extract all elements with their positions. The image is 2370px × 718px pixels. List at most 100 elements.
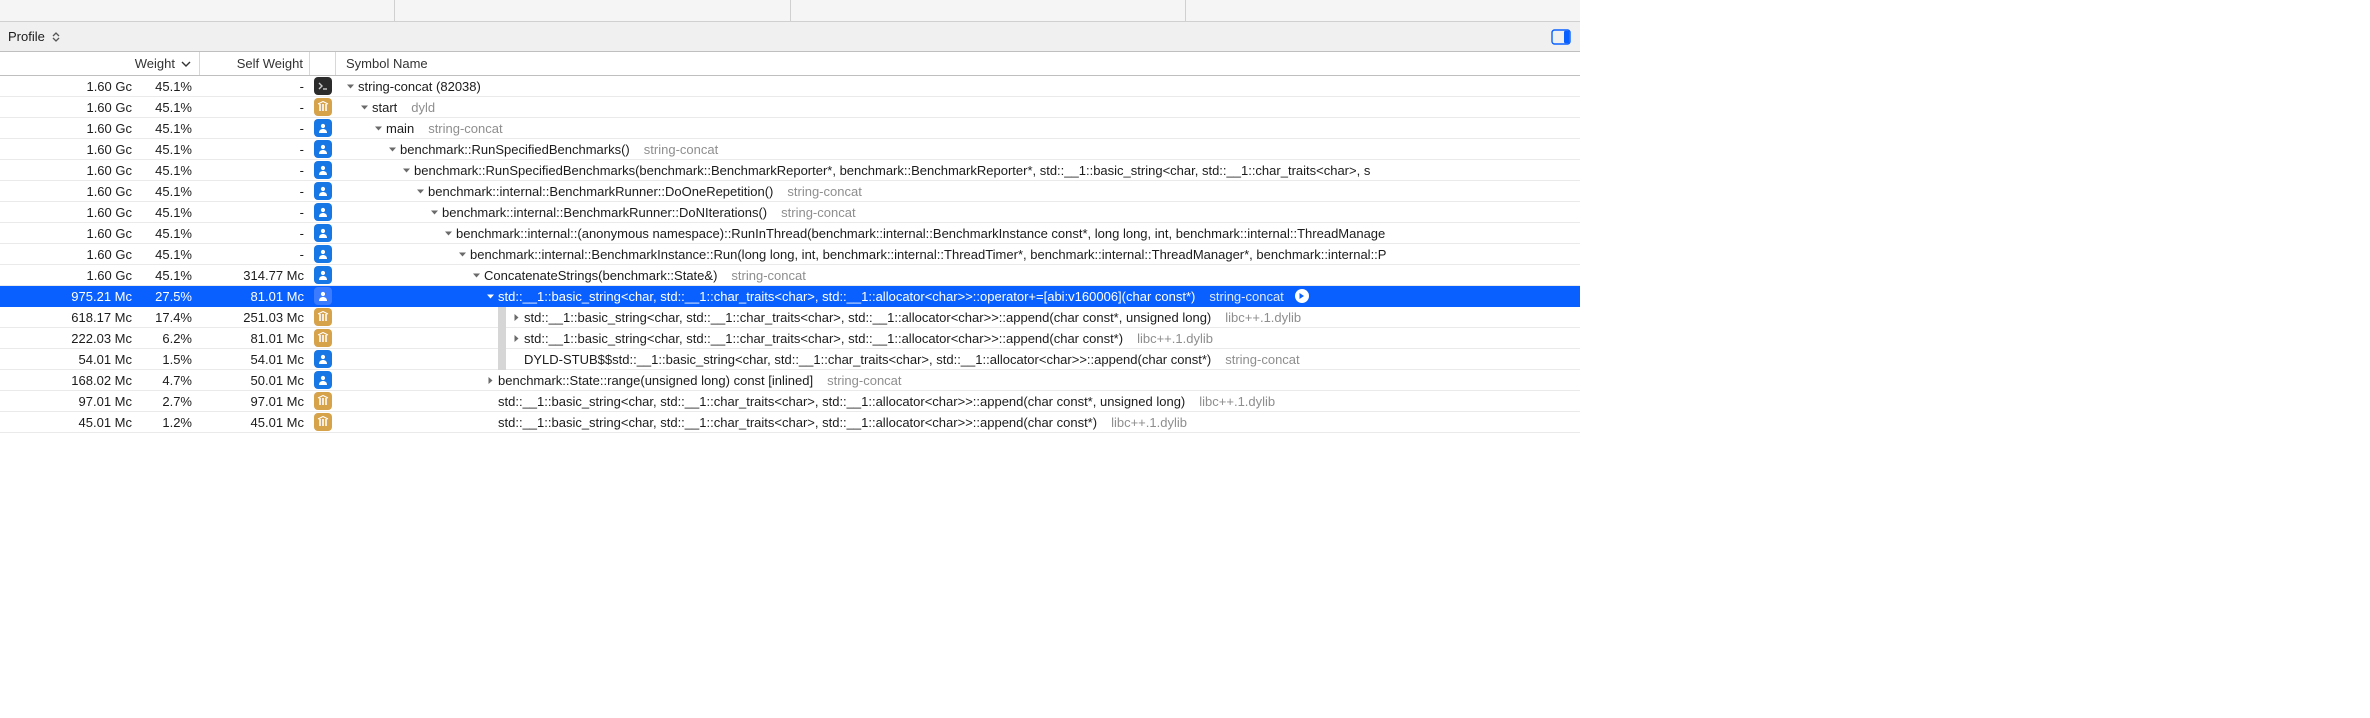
weight-value: 97.01 Mc	[46, 394, 132, 409]
toggle-right-panel-icon[interactable]	[1550, 28, 1572, 46]
tree-row[interactable]: 1.60 Gc 45.1% - benchmark::internal::(an…	[0, 223, 1580, 244]
weight-cell: 168.02 Mc 4.7%	[0, 373, 200, 388]
chevron-down-icon[interactable]	[386, 145, 398, 154]
chevron-down-icon[interactable]	[414, 187, 426, 196]
weight-value: 222.03 Mc	[46, 331, 132, 346]
weight-percent: 45.1%	[142, 121, 192, 136]
chevron-right-icon[interactable]	[510, 313, 522, 322]
chevron-right-icon[interactable]	[510, 334, 522, 343]
weight-cell: 1.60 Gc 45.1%	[0, 226, 200, 241]
symbol-name: ConcatenateStrings(benchmark::State&)	[484, 268, 717, 283]
tab-segment[interactable]	[395, 0, 790, 21]
row-kind-icon	[310, 203, 336, 221]
self-weight-cell: -	[200, 163, 310, 178]
tree-row[interactable]: 54.01 Mc 1.5% 54.01 Mc DYLD-STUB$$std::_…	[0, 349, 1580, 370]
symbol-cell: ConcatenateStrings(benchmark::State&) st…	[336, 268, 1580, 283]
symbol-name: benchmark::State::range(unsigned long) c…	[498, 373, 813, 388]
row-kind-icon	[310, 161, 336, 179]
tree-row[interactable]: 1.60 Gc 45.1% - benchmark::RunSpecifiedB…	[0, 160, 1580, 181]
self-weight-cell: 251.03 Mc	[200, 310, 310, 325]
self-weight-cell: -	[200, 205, 310, 220]
user-code-icon	[314, 119, 332, 137]
weight-cell: 222.03 Mc 6.2%	[0, 331, 200, 346]
self-weight-cell: 54.01 Mc	[200, 352, 310, 367]
tree-row[interactable]: 975.21 Mc 27.5% 81.01 Mc std::__1::basic…	[0, 286, 1580, 307]
self-weight-cell: 81.01 Mc	[200, 331, 310, 346]
weight-cell: 1.60 Gc 45.1%	[0, 142, 200, 157]
weight-cell: 1.60 Gc 45.1%	[0, 184, 200, 199]
weight-cell: 618.17 Mc 17.4%	[0, 310, 200, 325]
weight-percent: 45.1%	[142, 268, 192, 283]
symbol-library: dyld	[411, 100, 435, 115]
system-library-icon	[314, 308, 332, 326]
chevron-down-icon[interactable]	[470, 271, 482, 280]
profile-dropdown[interactable]: Profile	[8, 29, 63, 44]
symbol-library: string-concat	[827, 373, 901, 388]
weight-percent: 45.1%	[142, 100, 192, 115]
weight-percent: 45.1%	[142, 205, 192, 220]
column-header-self-weight[interactable]: Self Weight	[200, 52, 310, 75]
weight-percent: 45.1%	[142, 163, 192, 178]
symbol-library: libc++.1.dylib	[1225, 310, 1301, 325]
weight-percent: 1.2%	[142, 415, 192, 430]
tab-segment[interactable]	[1186, 0, 1580, 21]
tree-row[interactable]: 45.01 Mc 1.2% 45.01 Mc std::__1::basic_s…	[0, 412, 1580, 433]
symbol-name: start	[372, 100, 397, 115]
column-header-weight[interactable]: Weight	[0, 52, 200, 75]
chevron-down-icon[interactable]	[442, 229, 454, 238]
self-weight-header-label: Self Weight	[237, 56, 303, 71]
focus-gutter	[498, 349, 506, 370]
tree-row[interactable]: 1.60 Gc 45.1% - benchmark::internal::Ben…	[0, 181, 1580, 202]
row-kind-icon	[310, 371, 336, 389]
weight-percent: 6.2%	[142, 331, 192, 346]
chevron-down-icon[interactable]	[372, 124, 384, 133]
user-code-icon	[314, 182, 332, 200]
tree-row[interactable]: 168.02 Mc 4.7% 50.01 Mc benchmark::State…	[0, 370, 1580, 391]
row-kind-icon	[310, 413, 336, 431]
chevron-down-icon[interactable]	[428, 208, 440, 217]
symbol-library: string-concat	[1209, 289, 1283, 304]
tree-row[interactable]: 97.01 Mc 2.7% 97.01 Mc std::__1::basic_s…	[0, 391, 1580, 412]
chevron-down-icon[interactable]	[344, 82, 356, 91]
row-kind-icon	[310, 329, 336, 347]
self-weight-cell: -	[200, 79, 310, 94]
symbol-name: benchmark::internal::(anonymous namespac…	[456, 226, 1385, 241]
row-kind-icon	[310, 224, 336, 242]
weight-percent: 45.1%	[142, 247, 192, 262]
profile-label: Profile	[8, 29, 45, 44]
self-weight-cell: -	[200, 226, 310, 241]
weight-percent: 45.1%	[142, 184, 192, 199]
tree-row[interactable]: 1.60 Gc 45.1% - benchmark::internal::Ben…	[0, 244, 1580, 265]
tree-row[interactable]: 222.03 Mc 6.2% 81.01 Mc std::__1::basic_…	[0, 328, 1580, 349]
user-code-icon	[314, 371, 332, 389]
chevron-down-icon[interactable]	[484, 292, 496, 301]
tree-row[interactable]: 1.60 Gc 45.1% - main string-concat	[0, 118, 1580, 139]
tree-row[interactable]: 1.60 Gc 45.1% 314.77 Mc ConcatenateStrin…	[0, 265, 1580, 286]
chevron-right-icon[interactable]	[484, 376, 496, 385]
symbol-library: string-concat	[644, 142, 718, 157]
tab-segment[interactable]	[0, 0, 395, 21]
symbol-name: benchmark::internal::BenchmarkRunner::Do…	[428, 184, 773, 199]
symbol-header-label: Symbol Name	[346, 56, 428, 71]
chevron-down-icon[interactable]	[400, 166, 412, 175]
weight-value: 1.60 Gc	[46, 226, 132, 241]
chevron-down-icon[interactable]	[358, 103, 370, 112]
user-code-icon	[314, 266, 332, 284]
symbol-cell: DYLD-STUB$$std::__1::basic_string<char, …	[336, 349, 1580, 370]
tree-row[interactable]: 1.60 Gc 45.1% - benchmark::internal::Ben…	[0, 202, 1580, 223]
top-tabs	[0, 0, 1580, 22]
column-header-symbol[interactable]: Symbol Name	[336, 52, 1580, 75]
weight-value: 45.01 Mc	[46, 415, 132, 430]
self-weight-cell: -	[200, 184, 310, 199]
symbol-name: std::__1::basic_string<char, std::__1::c…	[524, 331, 1123, 346]
chevron-down-icon[interactable]	[456, 250, 468, 259]
tab-segment[interactable]	[791, 0, 1186, 21]
tree-row[interactable]: 1.60 Gc 45.1% - start dyld	[0, 97, 1580, 118]
tree-row[interactable]: 618.17 Mc 17.4% 251.03 Mc std::__1::basi…	[0, 307, 1580, 328]
focus-arrow-icon[interactable]	[1294, 288, 1310, 304]
tree-row[interactable]: 1.60 Gc 45.1% - string-concat (82038)	[0, 76, 1580, 97]
user-code-icon	[314, 140, 332, 158]
tree-row[interactable]: 1.60 Gc 45.1% - benchmark::RunSpecifiedB…	[0, 139, 1580, 160]
updown-icon	[49, 32, 63, 42]
call-tree[interactable]: 1.60 Gc 45.1% - string-concat (82038) 1.…	[0, 76, 1580, 433]
